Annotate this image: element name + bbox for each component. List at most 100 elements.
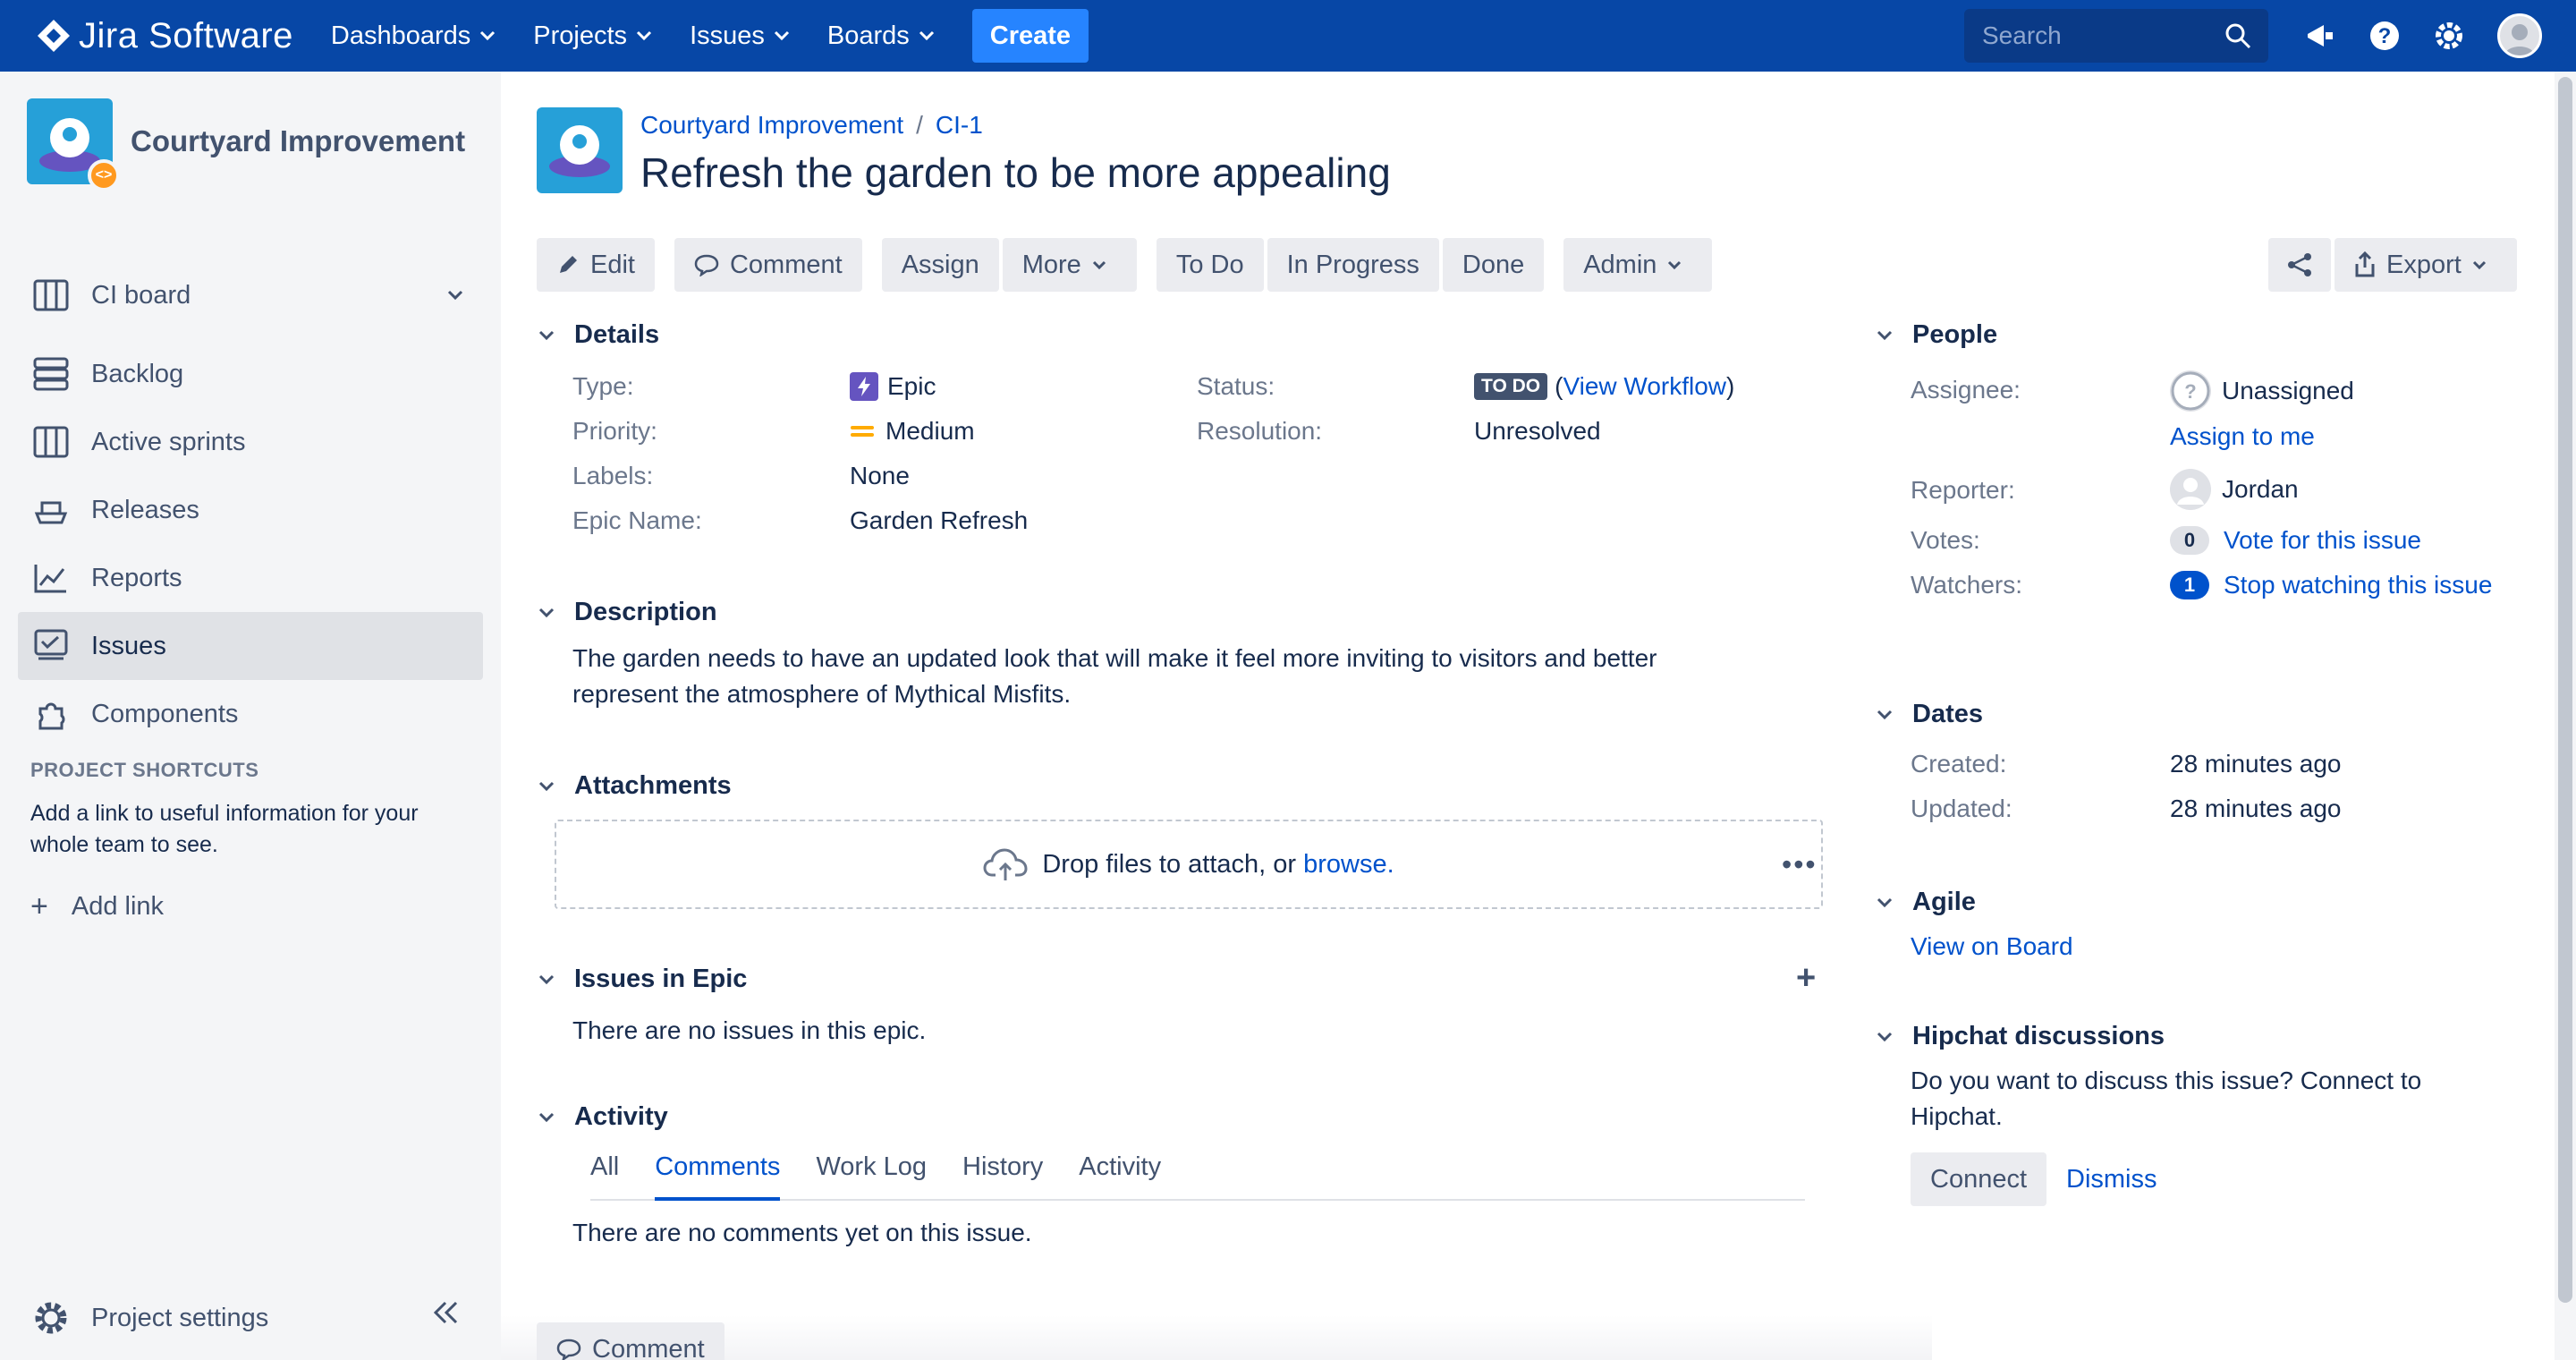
- nav-dashboards[interactable]: Dashboards: [331, 9, 496, 63]
- sidebar-item-releases[interactable]: Releases: [18, 476, 483, 544]
- attachments-section-toggle[interactable]: Attachments: [537, 771, 732, 801]
- attachment-dropzone[interactable]: Drop files to attach, or browse.: [555, 820, 1823, 909]
- edit-button[interactable]: Edit: [537, 238, 655, 292]
- pencil-icon: [560, 256, 577, 273]
- collapse-sidebar-icon[interactable]: [429, 1299, 462, 1326]
- epic-name-value[interactable]: Garden Refresh: [850, 506, 1028, 535]
- priority-value[interactable]: Medium: [850, 417, 975, 446]
- brand-name: Jira Software: [79, 15, 293, 55]
- breadcrumb-issue-key[interactable]: CI-1: [936, 111, 983, 139]
- agile-section-toggle[interactable]: Agile: [1875, 888, 1976, 917]
- assign-button[interactable]: Assign: [881, 238, 999, 292]
- user-avatar[interactable]: [2497, 13, 2542, 58]
- status-todo-button[interactable]: To Do: [1156, 238, 1264, 292]
- details-section-toggle[interactable]: Details: [537, 320, 659, 350]
- priority-label: Priority:: [572, 417, 657, 445]
- nav-boards-label: Boards: [826, 21, 910, 50]
- export-button[interactable]: Export: [2334, 238, 2517, 292]
- browse-link[interactable]: browse.: [1303, 850, 1394, 880]
- nav-boards[interactable]: Boards: [827, 9, 935, 63]
- status-in-progress-button[interactable]: In Progress: [1267, 238, 1439, 292]
- help-icon[interactable]: ?: [2367, 18, 2402, 54]
- reporter-avatar: [2170, 469, 2211, 510]
- chevron-down-icon: [480, 30, 496, 41]
- connect-button[interactable]: Connect: [1911, 1152, 2047, 1206]
- tab-work-log[interactable]: Work Log: [816, 1151, 927, 1201]
- issue-title[interactable]: Refresh the garden to be more appealing: [640, 149, 1391, 197]
- assignee-value[interactable]: ? Unassigned: [2170, 370, 2354, 412]
- sidebar-item-backlog[interactable]: Backlog: [18, 340, 483, 408]
- issue-toolbar-right: Export: [2268, 238, 2521, 292]
- spaceship-icon: [549, 125, 610, 177]
- chevron-down-icon: [538, 1112, 555, 1122]
- stop-watching-link[interactable]: Stop watching this issue: [2224, 571, 2492, 599]
- tab-all[interactable]: All: [590, 1151, 619, 1201]
- board-selector[interactable]: CI board: [18, 261, 483, 329]
- details-heading: Details: [574, 320, 660, 349]
- project-header[interactable]: <> Courtyard Improvement: [27, 98, 466, 191]
- epic-name-label: Epic Name:: [572, 506, 702, 534]
- more-button[interactable]: More: [1002, 238, 1137, 292]
- search-input[interactable]: Search: [1964, 9, 2268, 63]
- create-button[interactable]: Create: [971, 9, 1089, 63]
- hipchat-section-toggle[interactable]: Hipchat discussions: [1875, 1022, 2165, 1051]
- description-section-toggle[interactable]: Description: [537, 598, 717, 627]
- nav-projects[interactable]: Projects: [533, 9, 652, 63]
- reporter-value[interactable]: Jordan: [2170, 469, 2299, 510]
- chevron-down-icon: [1092, 260, 1106, 269]
- add-comment-button[interactable]: Comment: [537, 1322, 724, 1360]
- updated-value: 28 minutes ago: [2170, 795, 2342, 822]
- comment-button[interactable]: Comment: [674, 238, 862, 292]
- jira-diamond-icon: [38, 20, 70, 52]
- vote-link[interactable]: Vote for this issue: [2224, 526, 2421, 555]
- jira-logo[interactable]: Jira Software: [36, 16, 293, 56]
- notifications-icon[interactable]: [2302, 18, 2338, 54]
- sidebar-item-label: Backlog: [91, 359, 184, 388]
- chevron-down-icon: [1877, 897, 1893, 907]
- dates-heading: Dates: [1912, 700, 1983, 728]
- tab-comments[interactable]: Comments: [655, 1151, 781, 1201]
- comment-icon: [694, 254, 719, 276]
- admin-button[interactable]: Admin: [1563, 238, 1713, 292]
- settings-icon[interactable]: [2431, 18, 2467, 54]
- page-scrollbar-thumb[interactable]: [2558, 77, 2572, 1303]
- dates-section-toggle[interactable]: Dates: [1875, 700, 1983, 729]
- sidebar-item-active-sprints[interactable]: Active sprints: [18, 408, 483, 476]
- view-on-board-link[interactable]: View on Board: [1911, 932, 2073, 961]
- people-section-toggle[interactable]: People: [1875, 320, 1997, 350]
- issues-in-epic-section-toggle[interactable]: Issues in Epic: [537, 965, 747, 994]
- sidebar-item-label: Reports: [91, 563, 182, 592]
- chevron-down-icon: [538, 330, 555, 340]
- status-label: Status:: [1197, 372, 1275, 400]
- chevron-down-icon: [637, 30, 652, 41]
- nav-dashboards-label: Dashboards: [330, 21, 471, 50]
- board-icon: [30, 275, 72, 316]
- puzzle-icon: [30, 693, 72, 735]
- assign-to-me-link[interactable]: Assign to me: [2170, 422, 2315, 451]
- sidebar-item-label: Components: [91, 699, 239, 728]
- type-value-text: Epic: [887, 372, 936, 400]
- view-workflow-link[interactable]: View Workflow: [1563, 372, 1726, 401]
- sidebar-item-issues[interactable]: Issues: [18, 612, 483, 680]
- add-link-button[interactable]: + Add link: [30, 889, 164, 924]
- more-label: More: [1021, 250, 1081, 279]
- sidebar-item-components[interactable]: Components: [18, 680, 483, 748]
- project-settings-link[interactable]: Project settings: [30, 1297, 268, 1339]
- chevron-down-icon: [1877, 330, 1893, 340]
- comment-label: Comment: [729, 250, 843, 279]
- project-name: Courtyard Improvement: [131, 124, 466, 157]
- status-done-button[interactable]: Done: [1442, 238, 1545, 292]
- tab-activity[interactable]: Activity: [1079, 1151, 1161, 1201]
- dismiss-link[interactable]: Dismiss: [2066, 1165, 2157, 1194]
- gear-icon: [35, 1302, 67, 1334]
- tab-history[interactable]: History: [962, 1151, 1043, 1201]
- comment-icon: [556, 1339, 581, 1360]
- breadcrumb-project-link[interactable]: Courtyard Improvement: [640, 111, 903, 139]
- labels-value[interactable]: None: [850, 462, 910, 490]
- add-issue-icon[interactable]: +: [1796, 959, 1816, 998]
- nav-issues[interactable]: Issues: [690, 9, 790, 63]
- share-button[interactable]: [2268, 238, 2331, 292]
- activity-section-toggle[interactable]: Activity: [537, 1102, 668, 1132]
- description-text[interactable]: The garden needs to have an updated look…: [572, 641, 1735, 712]
- sidebar-item-reports[interactable]: Reports: [18, 544, 483, 612]
